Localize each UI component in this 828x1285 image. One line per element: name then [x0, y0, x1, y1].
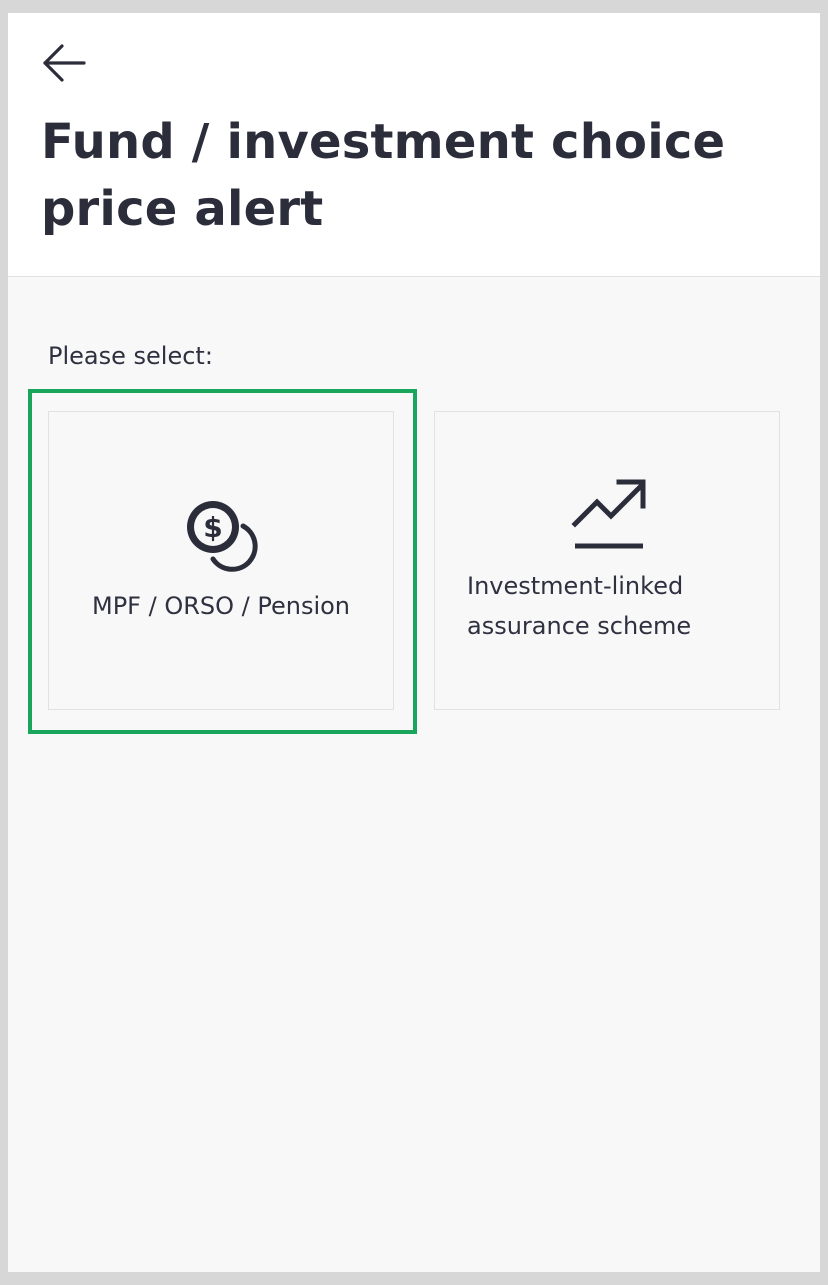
option-mpf-orso-pension[interactable]: $ MPF / ORSO / Pension	[48, 411, 394, 710]
back-button[interactable]	[38, 41, 90, 85]
option-label: MPF / ORSO / Pension	[91, 592, 351, 620]
trending-up-icon	[571, 479, 646, 549]
coins-dollar-icon: $	[187, 501, 258, 572]
option-label: Investment-linked assurance scheme	[467, 572, 692, 640]
select-prompt: Please select:	[48, 342, 213, 370]
option-investment-linked-assurance[interactable]: Investment-linked assurance scheme	[434, 411, 780, 710]
page-title: Fund / investment choice price alert	[41, 114, 726, 237]
page-header: Fund / investment choice price alert	[8, 13, 820, 277]
arrow-left-icon	[43, 44, 86, 82]
svg-text:$: $	[203, 511, 222, 544]
app-screen: Fund / investment choice price alert Ple…	[8, 13, 820, 1272]
